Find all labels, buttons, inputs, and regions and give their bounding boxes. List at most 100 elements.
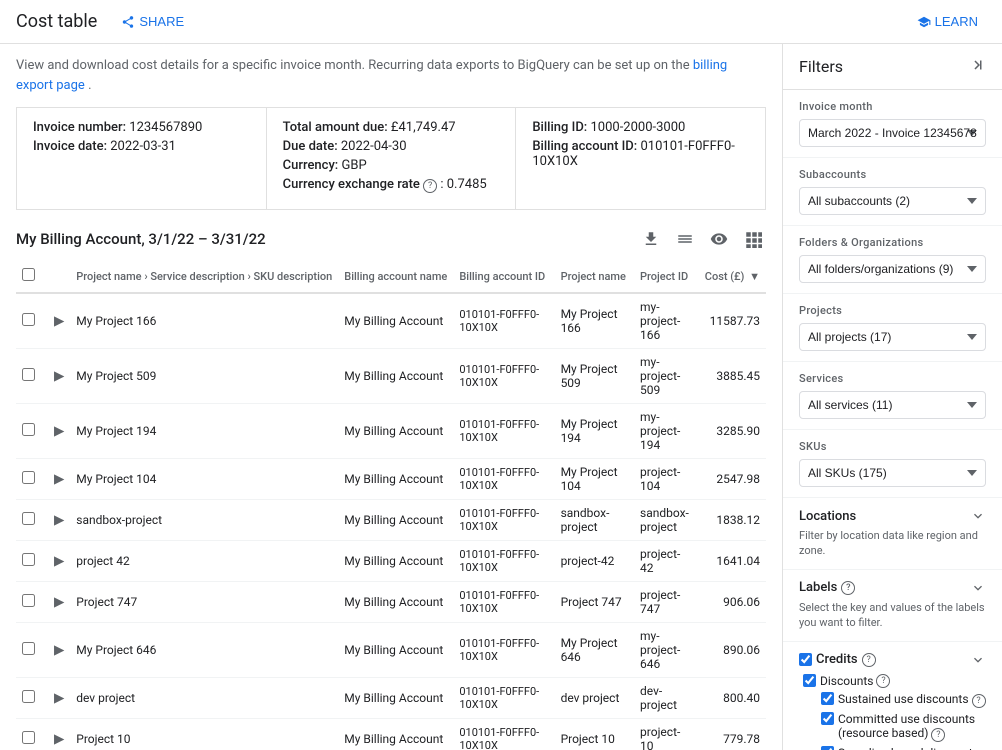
row-cost: 3885.45 — [699, 349, 766, 404]
row-checkbox[interactable] — [22, 313, 35, 326]
row-expand-button[interactable]: ▶ — [54, 731, 64, 747]
row-checkbox[interactable] — [22, 594, 35, 607]
view-icon — [710, 230, 728, 248]
row-billing-id: 010101-F0FFF0-10X10X — [453, 582, 554, 623]
table-row: ▶ My Project 646 My Billing Account 0101… — [16, 623, 766, 678]
credits-chevron-icon[interactable] — [970, 652, 986, 668]
services-select[interactable]: All services (11) — [799, 391, 986, 419]
sustained-use-checkbox[interactable] — [821, 692, 834, 705]
table-row: ▶ dev project My Billing Account 010101-… — [16, 678, 766, 719]
row-project-name: sandbox-project — [555, 500, 634, 541]
row-expand-button[interactable]: ▶ — [54, 594, 64, 610]
sort-icon: ▼ — [749, 270, 760, 283]
row-cost: 1641.04 — [699, 541, 766, 582]
row-checkbox[interactable] — [22, 731, 35, 744]
row-expand-button[interactable]: ▶ — [54, 471, 64, 487]
row-billing-name: My Billing Account — [338, 623, 453, 678]
row-expand-button[interactable]: ▶ — [54, 553, 64, 569]
th-project-name: Project name — [555, 260, 634, 293]
invoice-number-row: Invoice number: 1234567890 — [33, 120, 250, 135]
collapse-filters-button[interactable] — [968, 56, 986, 77]
learn-button[interactable]: LEARN — [909, 10, 986, 33]
subaccounts-label: Subaccounts — [799, 168, 986, 181]
row-expand-button[interactable]: ▶ — [54, 690, 64, 706]
table-body: ▶ My Project 166 My Billing Account 0101… — [16, 293, 766, 750]
row-cost: 11587.73 — [699, 293, 766, 349]
page-header: Cost table SHARE LEARN — [0, 0, 1002, 44]
description: View and download cost details for a spe… — [16, 56, 766, 95]
folders-select[interactable]: All folders/organizations (9) — [799, 255, 986, 283]
projects-select[interactable]: All projects (17) — [799, 323, 986, 351]
row-cost: 890.06 — [699, 623, 766, 678]
labels-header[interactable]: Labels ? — [799, 580, 986, 596]
total-amount-value: £41,749.47 — [391, 120, 456, 135]
row-project-id: project-747 — [634, 582, 699, 623]
row-expand-button[interactable]: ▶ — [54, 642, 64, 658]
exchange-help-icon[interactable]: ? — [423, 179, 437, 193]
learn-icon — [917, 15, 931, 29]
select-all-checkbox[interactable] — [22, 268, 35, 281]
currency-value: GBP — [341, 158, 366, 173]
credits-help-icon[interactable]: ? — [862, 653, 876, 667]
row-project-id: my-project-509 — [634, 349, 699, 404]
table-wrapper: Project name › Service description › SKU… — [16, 260, 766, 750]
columns-button[interactable] — [672, 226, 698, 252]
group-button[interactable] — [740, 226, 766, 252]
row-billing-name: My Billing Account — [338, 678, 453, 719]
row-checkbox-cell — [16, 541, 48, 582]
discounts-checkbox[interactable] — [803, 674, 816, 687]
row-project-sku: My Project 646 — [70, 623, 338, 678]
row-checkbox[interactable] — [22, 553, 35, 566]
share-button[interactable]: SHARE — [113, 10, 192, 33]
row-billing-name: My Billing Account — [338, 500, 453, 541]
locations-header[interactable]: Locations — [799, 508, 986, 524]
main-content: View and download cost details for a spe… — [0, 44, 782, 750]
row-checkbox[interactable] — [22, 642, 35, 655]
row-billing-name: My Billing Account — [338, 719, 453, 750]
row-expand-cell: ▶ — [48, 541, 70, 582]
table-section: My Billing Account, 3/1/22 – 3/31/22 — [16, 226, 766, 750]
row-expand-cell: ▶ — [48, 404, 70, 459]
row-expand-button[interactable]: ▶ — [54, 313, 64, 329]
th-checkbox — [16, 260, 48, 293]
subaccounts-select[interactable]: All subaccounts (2) — [799, 187, 986, 215]
credits-checkbox[interactable] — [799, 653, 812, 666]
credits-section: Credits ? Discounts ? Sustained use disc… — [783, 642, 1002, 750]
invoice-block-3: Billing ID: 1000-2000-3000 Billing accou… — [516, 108, 765, 209]
row-checkbox[interactable] — [22, 423, 35, 436]
sustained-help-icon[interactable]: ? — [972, 694, 986, 708]
skus-select[interactable]: All SKUs (175) — [799, 459, 986, 487]
row-billing-id: 010101-F0FFF0-10X10X — [453, 719, 554, 750]
row-checkbox[interactable] — [22, 512, 35, 525]
row-expand-button[interactable]: ▶ — [54, 512, 64, 528]
header-left: Cost table SHARE — [16, 10, 192, 33]
invoice-date-value: 2022-03-31 — [110, 139, 176, 154]
th-cost[interactable]: Cost (£) ▼ — [699, 260, 766, 293]
table-header: Project name › Service description › SKU… — [16, 260, 766, 293]
row-expand-button[interactable]: ▶ — [54, 368, 64, 384]
row-expand-cell: ▶ — [48, 719, 70, 750]
spending-based-checkbox[interactable] — [821, 746, 834, 750]
row-cost: 779.78 — [699, 719, 766, 750]
committed-help-icon[interactable]: ? — [931, 728, 945, 742]
row-checkbox[interactable] — [22, 368, 35, 381]
description-text1: View and download cost details for a spe… — [16, 58, 693, 73]
discounts-help-icon[interactable]: ? — [876, 674, 890, 688]
row-checkbox-cell — [16, 719, 48, 750]
credits-title-row: Credits ? — [799, 652, 876, 667]
committed-use-checkbox[interactable] — [821, 712, 834, 725]
labels-help-icon[interactable]: ? — [841, 581, 855, 595]
due-date-value: 2022-04-30 — [341, 139, 407, 154]
download-button[interactable] — [638, 226, 664, 252]
invoice-month-select[interactable]: March 2022 - Invoice 1234567890 — [799, 119, 986, 147]
page-title: Cost table — [16, 11, 97, 32]
th-project-sku: Project name › Service description › SKU… — [70, 260, 338, 293]
view-button[interactable] — [706, 226, 732, 252]
row-expand-button[interactable]: ▶ — [54, 423, 64, 439]
billing-account-row: Billing account ID: 010101-F0FFF0-10X10X — [532, 139, 749, 169]
th-expand — [48, 260, 70, 293]
table-row: ▶ sandbox-project My Billing Account 010… — [16, 500, 766, 541]
row-checkbox[interactable] — [22, 690, 35, 703]
row-project-id: project-10 — [634, 719, 699, 750]
row-checkbox[interactable] — [22, 471, 35, 484]
